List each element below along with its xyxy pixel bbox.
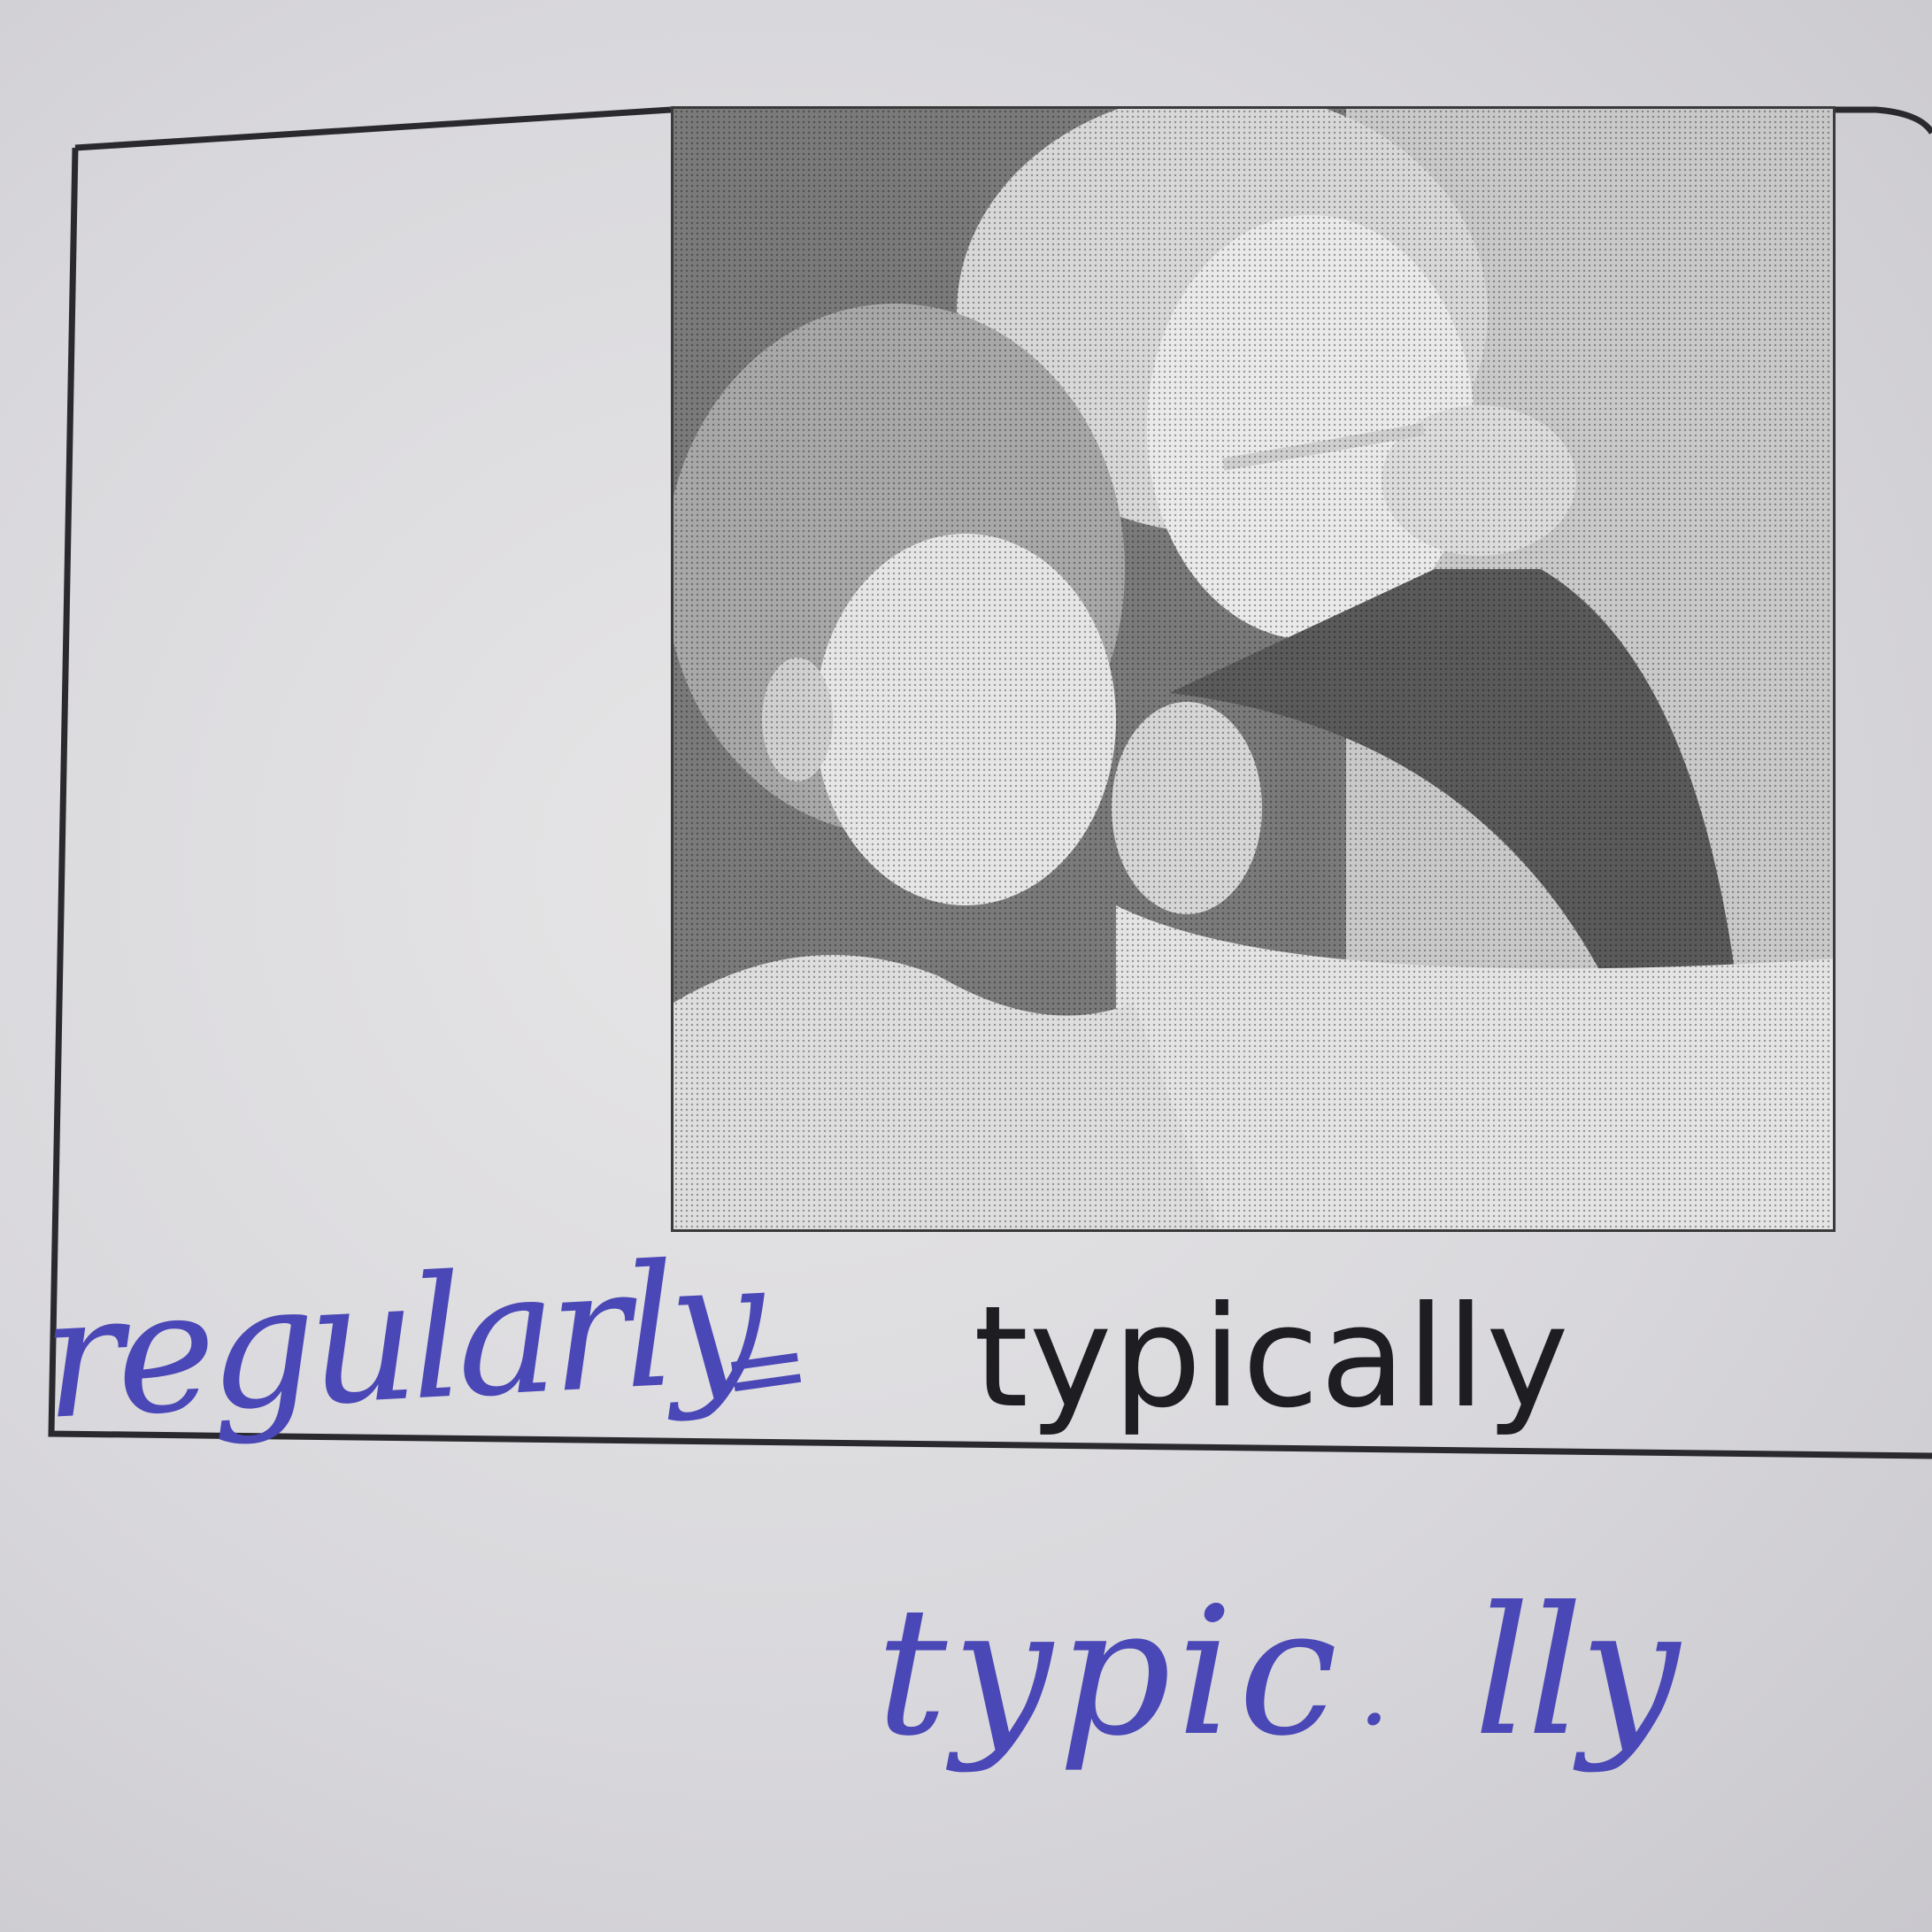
handwritten-typic: typic [876, 1569, 1343, 1775]
textbook-page: typically regularly = typic . lly [0, 0, 1932, 1932]
printed-word-typically: typically [974, 1276, 1570, 1439]
handwritten-regularly: regularly [37, 1224, 763, 1457]
photo-illustration [674, 109, 1833, 1229]
handwritten-lly: lly [1474, 1569, 1680, 1775]
handwritten-equals-sign: = [712, 1302, 819, 1437]
handwritten-dot: . [1359, 1634, 1389, 1747]
toothbrushing-photo [671, 106, 1836, 1232]
